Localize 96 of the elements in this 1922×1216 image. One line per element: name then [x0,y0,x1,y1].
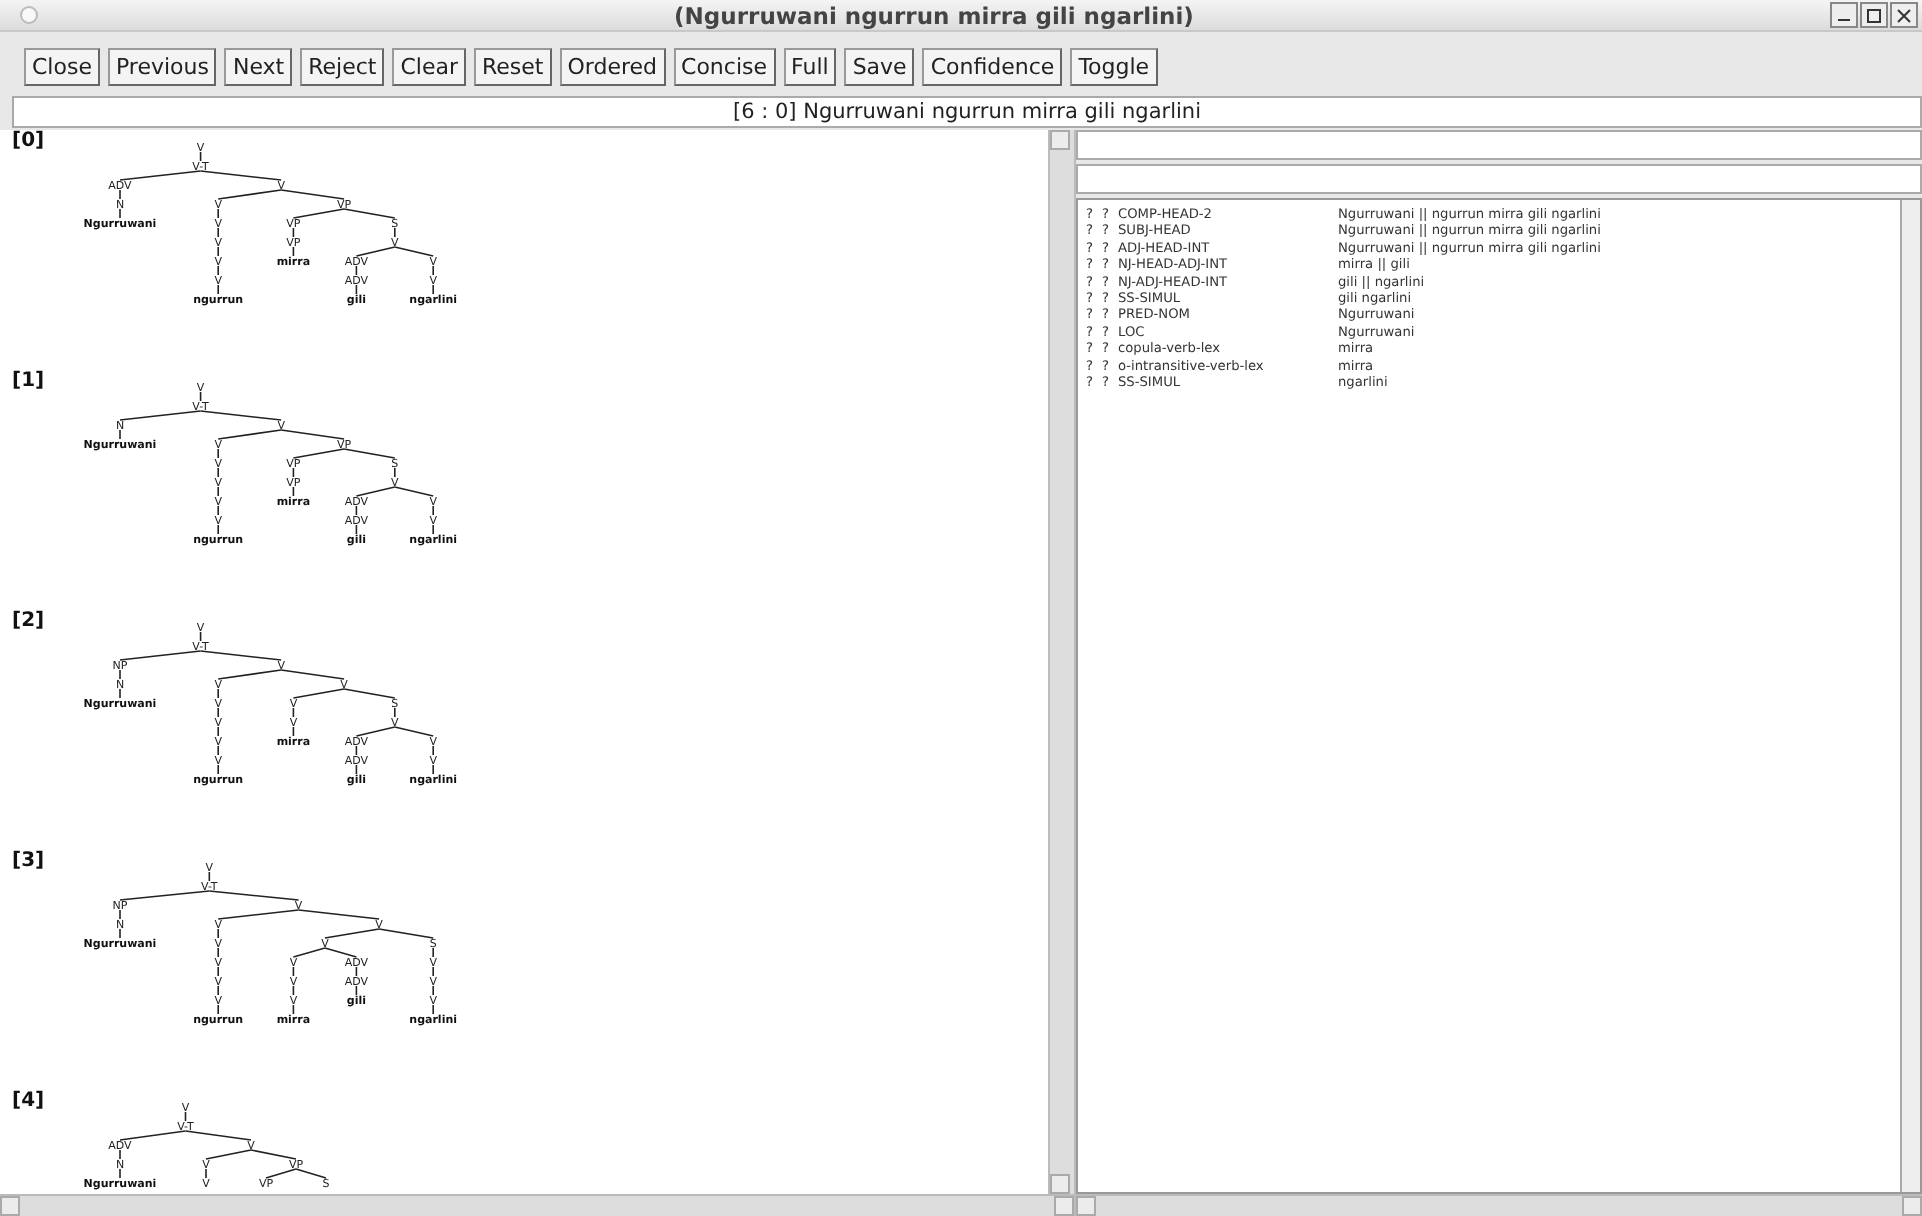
branch-line [292,486,295,497]
vertical-scrollbar[interactable] [1900,200,1920,1192]
horizontal-scrollbar[interactable] [0,1194,1074,1216]
toolbar-button[interactable]: Previous [107,47,217,85]
toolbar-button[interactable]: Full [783,47,837,85]
toolbar-button[interactable]: Next [224,47,293,85]
branch-line [432,947,434,958]
branch-line [432,284,434,295]
branch-line [119,1168,121,1179]
input-field[interactable] [1076,130,1922,160]
branch-line [217,448,219,459]
branch-line [355,745,358,756]
branch-line [217,284,219,295]
branch-line [432,985,434,996]
horizontal-scrollbar[interactable] [1076,1194,1922,1216]
toolbar-button[interactable]: Reset [474,47,552,85]
branch-line [217,467,219,478]
branch-line [217,764,219,775]
branch-line [205,1168,207,1179]
branch-line [217,707,219,718]
window-title: (Ngurruwani ngurrun mirra gili ngarlini) [672,1,1196,29]
toolbar-button[interactable]: Ordered [559,47,666,85]
tree-index: [2] [12,612,45,630]
branch-line [355,985,358,996]
minimize-button[interactable] [1830,2,1858,28]
branch-line [199,391,202,402]
branch-line [217,688,219,699]
toolbar-button[interactable]: Toggle [1070,47,1158,85]
toolbar-button[interactable]: Close [24,47,100,85]
branch-line [292,246,295,257]
branch-line [119,429,121,440]
branch-line [292,1004,295,1015]
branch-line [355,265,358,276]
branch-line [217,947,219,958]
branch-line [217,928,219,939]
status-field: [6 : 0] Ngurruwani ngurrun mirra gili ngarlini [12,96,1922,128]
branch-line [432,764,434,775]
branch-line [394,467,396,478]
branch-line [217,985,219,996]
branch-line [432,505,434,516]
toolbar-button[interactable]: Clear [392,47,466,85]
maximize-button[interactable] [1860,2,1888,28]
branch-line [119,909,121,920]
branch-line [432,265,434,276]
branch-line [217,265,219,276]
branch-line [394,227,396,238]
branch-line [119,928,121,939]
tree-index: [0] [12,132,45,150]
branch-line [119,688,121,699]
branch-line [217,1004,219,1015]
branch-line [217,208,219,219]
branch-line [355,505,358,516]
vertical-scrollbar[interactable] [1048,130,1074,1194]
branch-line [292,707,295,718]
branch-line [292,966,295,977]
toolbar-button[interactable]: Concise [673,47,776,85]
branch-line [432,966,434,977]
branch-line [217,726,219,737]
close-button[interactable] [1890,2,1918,28]
branch-line [355,966,358,977]
tree-index: [1] [12,372,45,390]
branch-line [355,524,358,535]
branch-line [199,631,202,642]
tree-index: [3] [12,852,45,870]
branch-line [119,189,121,200]
input-field[interactable] [1076,164,1922,194]
branch-line [394,707,396,718]
branch-line [184,1111,187,1122]
branch-line [292,985,295,996]
close-icon [1896,7,1912,23]
branch-line [292,227,295,238]
branch-line [208,871,211,882]
branch-line [217,486,219,497]
window-menu-icon[interactable] [20,6,38,24]
branch-line [217,524,219,535]
maximize-icon [1866,7,1882,23]
branch-line [432,1004,434,1015]
branch-line [217,227,219,238]
branch-line [217,966,219,977]
toolbar-button[interactable]: Save [844,47,915,85]
branch-line [292,467,295,478]
branch-line [355,764,358,775]
branch-line [217,745,219,756]
branch-line [217,246,219,257]
branch-line [119,669,121,680]
toolbar-button[interactable]: Confidence [922,47,1063,85]
branch-line [199,151,202,162]
branch-line [292,726,295,737]
tree-index: [4] [12,1092,45,1110]
branch-line [119,1149,121,1160]
branch-line [432,745,434,756]
branch-line [217,505,219,516]
branch-line [355,284,358,295]
branch-line [432,524,434,535]
toolbar-button[interactable]: Reject [300,47,385,85]
branch-line [119,208,121,219]
